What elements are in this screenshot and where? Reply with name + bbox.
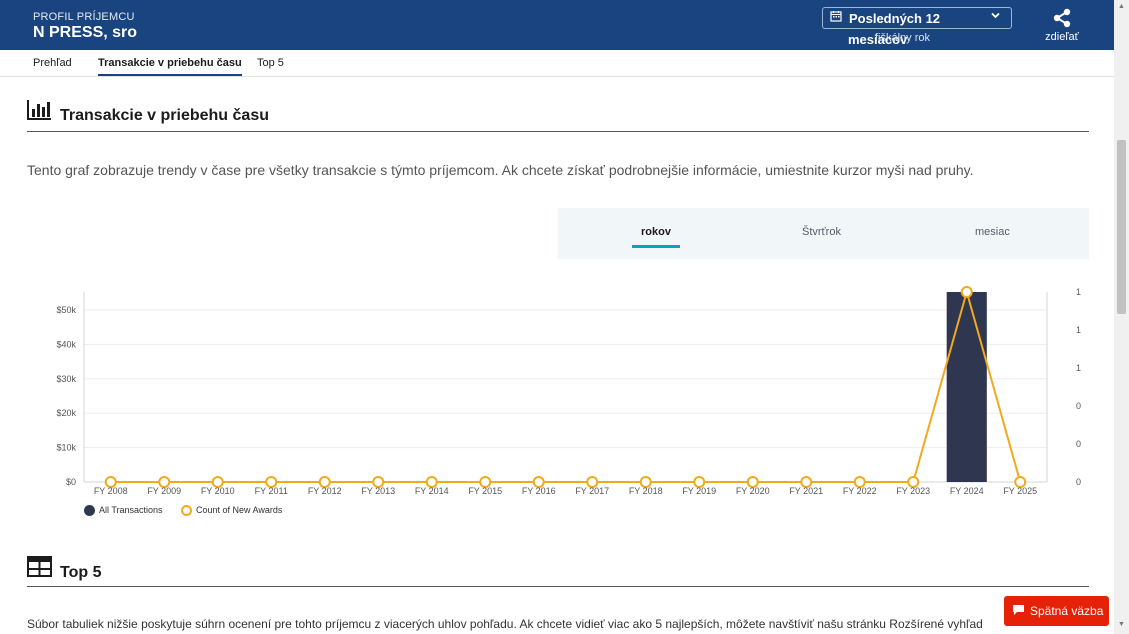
tab-top5[interactable]: Top 5 — [257, 57, 284, 69]
section-header-top5: Top 5 — [27, 556, 1089, 587]
y-left-tick-label: $30k — [56, 374, 76, 384]
chat-icon — [1012, 604, 1025, 619]
x-tick-label: FY 2013 — [361, 486, 395, 496]
y-left-tick-label: $0 — [66, 477, 76, 487]
y-left-tick-label: $10k — [56, 443, 76, 453]
section-title-top5: Top 5 — [60, 564, 102, 581]
y-right-tick-label: 1 — [1076, 363, 1081, 373]
recipient-name: N PRESS, sro — [33, 24, 138, 41]
bar — [946, 292, 987, 482]
scroll-up-icon[interactable]: ▲ — [1118, 3, 1125, 10]
legend-swatch-bar — [84, 505, 95, 517]
y-left-tick-label: $20k — [56, 408, 76, 418]
x-tick-label: FY 2016 — [522, 486, 556, 496]
y-right-tick-label: 0 — [1076, 439, 1081, 449]
fiscal-year-select[interactable]: Posledných 12 — [822, 7, 1012, 29]
page-scrollbar[interactable]: ▲ ▼ — [1114, 0, 1129, 634]
x-tick-label: FY 2012 — [308, 486, 342, 496]
y-right-tick-label: 1 — [1076, 325, 1081, 335]
x-tick-label: FY 2010 — [201, 486, 235, 496]
x-tick-label: FY 2017 — [575, 486, 609, 496]
legend-swatch-line — [181, 505, 192, 517]
scroll-down-icon[interactable]: ▼ — [1118, 621, 1125, 628]
fiscal-select-value: Posledných 12 — [849, 11, 941, 26]
calendar-icon — [830, 10, 842, 25]
period-toggle: rokov Štvrťrok mesiac — [558, 208, 1089, 259]
tab-overview[interactable]: Prehľad — [33, 57, 72, 69]
section-title-time: Transakcie v priebehu času — [60, 107, 269, 124]
section-tabs: Prehľad Transakcie v priebehu času Top 5 — [0, 50, 1114, 77]
line-series — [110, 288, 1022, 483]
scroll-thumb[interactable] — [1117, 140, 1126, 314]
recipient-header: PROFIL PRÍJEMCU N PRESS, sro Posledných … — [0, 0, 1114, 50]
period-years[interactable]: rokov — [632, 226, 680, 248]
y-right-tick-label: 0 — [1076, 401, 1081, 411]
tab-transactions-over-time[interactable]: Transakcie v priebehu času — [98, 57, 242, 76]
y-right-tick-label: 0 — [1076, 477, 1081, 487]
chevron-down-icon — [990, 10, 1001, 24]
fiscal-select-subtitle: fiškálny rok — [875, 32, 931, 44]
x-tick-label: FY 2011 — [255, 486, 288, 496]
x-tick-label: FY 2020 — [736, 486, 770, 496]
period-quarter[interactable]: Štvrťrok — [802, 226, 841, 238]
x-tick-label: FY 2009 — [147, 486, 181, 496]
table-icon — [27, 556, 52, 582]
x-tick-label: FY 2021 — [789, 486, 823, 496]
x-tick-label: FY 2014 — [415, 486, 449, 496]
line-point — [960, 286, 973, 298]
x-tick-label: FY 2018 — [629, 486, 663, 496]
share-icon — [1053, 8, 1071, 28]
share-label: zdieľať — [1045, 31, 1079, 43]
feedback-button[interactable]: Spätná väzba — [1004, 596, 1109, 626]
legend-item-new-awards: Count of New Awards — [181, 505, 283, 517]
header-kicker: PROFIL PRÍJEMCU — [33, 11, 135, 23]
y-left-tick-label: $40k — [56, 339, 76, 349]
section-header-time: Transakcie v priebehu času — [27, 98, 1089, 132]
bar-chart-icon — [27, 100, 51, 125]
x-tick-label: FY 2025 — [1003, 486, 1037, 496]
x-tick-label: FY 2023 — [896, 486, 930, 496]
x-tick-label: FY 2022 — [843, 486, 877, 496]
y-left-tick-label: $50k — [56, 305, 76, 315]
legend-label: Count of New Awards — [196, 505, 283, 515]
transactions-chart: $0 $10k $20k $30k $40k $50k 0 0 0 1 1 1 FY 2008 FY 20… — [56, 286, 1081, 496]
section-description-top5: Súbor tabuliek nižšie poskytuje súhrn oc… — [27, 617, 983, 631]
x-tick-label: FY 2019 — [682, 486, 716, 496]
legend-item-all-transactions: All Transactions — [84, 505, 163, 517]
legend-label: All Transactions — [99, 505, 163, 515]
x-tick-label: FY 2024 — [950, 486, 984, 496]
share-button[interactable]: zdieľať — [1040, 8, 1084, 48]
period-month[interactable]: mesiac — [975, 226, 1010, 238]
x-tick-label: FY 2015 — [468, 486, 502, 496]
y-right-tick-label: 1 — [1076, 287, 1081, 297]
feedback-label: Spätná väzba — [1030, 604, 1104, 618]
x-tick-label: FY 2008 — [94, 486, 128, 496]
section-description-time: Tento graf zobrazuje trendy v čase pre v… — [27, 162, 974, 178]
